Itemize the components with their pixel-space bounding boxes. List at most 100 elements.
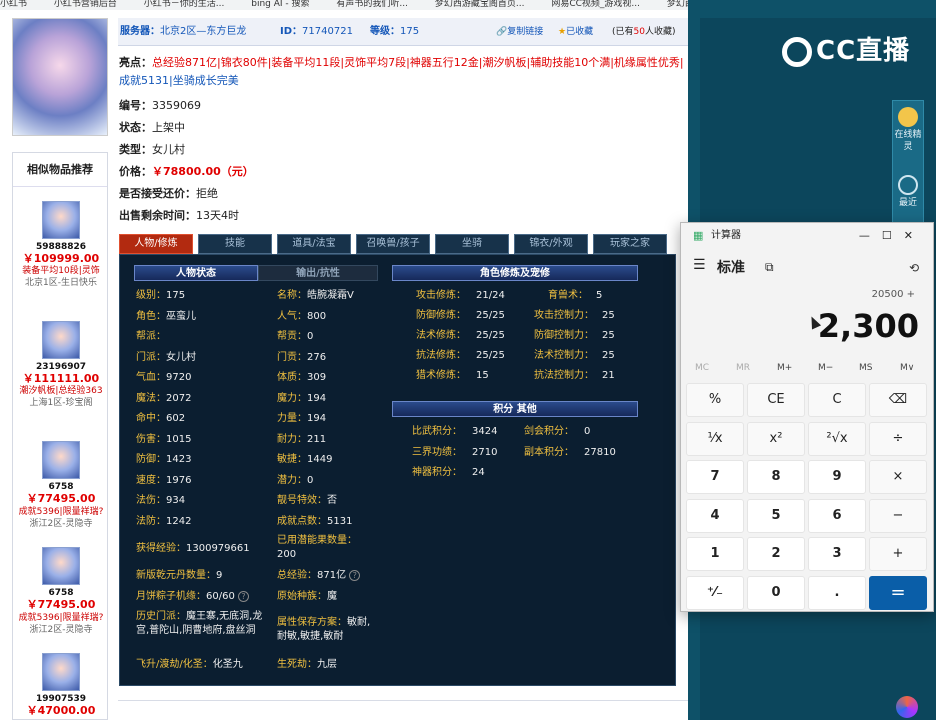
keep-on-top-icon[interactable]: ⧉ [765,260,774,275]
calc-key-divide[interactable]: ÷ [869,421,927,456]
highlights: 亮点：总经验871亿|锦衣80件|装备平均11段|灵饰平均7段|神器五行12金|… [119,56,684,87]
server-name: 北京2区—东方巨龙 [160,26,247,37]
help-icon[interactable]: ? [349,569,361,581]
calc-key-decimal[interactable]: . [808,575,866,610]
char-status-header[interactable]: 人物状态 [134,265,258,281]
calculator-window[interactable]: ▦ 计算器 —☐✕ ☰ 标准 ⧉ ⟲ 20500 + 2,300 MC MR M+ M… [680,222,934,612]
stat-field: 靓号特效：否 [277,495,337,506]
calc-key-negate[interactable]: ⁺⁄₋ [686,575,744,610]
tab-items[interactable]: 道具/法宝 [277,234,351,254]
calculator-titlebar[interactable]: ▦ 计算器 —☐✕ [681,223,933,249]
calc-key-minus[interactable]: − [869,498,927,533]
calc-key-sqrt[interactable]: ²√x [808,421,866,456]
browser-tab[interactable]: 有声书的我们听... [336,0,408,9]
tab-skills[interactable]: 技能 [198,234,272,254]
item-thumbnail[interactable] [42,321,80,359]
item-thumbnail[interactable] [42,653,80,691]
close-icon[interactable]: ✕ [904,229,925,242]
browser-tab[interactable]: 网易CC视频_游戏视... [551,0,640,9]
remaining-time: 出售剩余时间：13天4时 [119,209,239,222]
product-info-bar: 服务器：北京2区—东方巨龙 ID：71740721 等级：175 🔗复制链接 ★… [118,18,688,46]
detail-tabs: 人物/修炼 技能 道具/法宝 召唤兽/孩子 坐骑 锦衣/外观 玩家之家 [119,234,679,254]
calc-key-reciprocal[interactable]: ¹⁄x [686,421,744,456]
memory-button[interactable]: MR [736,363,750,373]
item-thumbnail[interactable] [42,201,80,239]
browser-tab[interactable]: 小红书 [0,0,27,9]
memory-button[interactable]: M− [818,363,833,373]
tab-mounts[interactable]: 坐骑 [435,234,509,254]
item-thumbnail[interactable] [42,547,80,585]
similar-item[interactable]: 6758 ￥77495.00 成就5396|限量祥瑞? 浙江2区-灵隐寺 [13,547,109,636]
calc-key-percent[interactable]: % [686,383,744,417]
cultivation-field: 法术修炼： 25/25 [416,330,505,341]
similar-item[interactable]: 6758 ￥77495.00 成就5396|限量祥瑞? 浙江2区-灵隐寺 [13,441,109,530]
calc-key-1[interactable]: 1 [686,537,744,571]
star-icon: ★ [558,27,567,37]
calc-key-square[interactable]: x² [747,421,805,456]
stat-field: 门派：女儿村 [136,351,196,363]
stat-field: 级别：175 [136,290,186,301]
browser-tab[interactable]: bing AI - 搜索 [251,0,309,9]
calc-key-9[interactable]: 9 [808,460,866,494]
calc-key-clear[interactable]: C [808,383,866,417]
calc-key-0[interactable]: 0 [747,575,805,610]
calc-key-7[interactable]: 7 [686,460,744,494]
cc-side-buttons[interactable]: 在线精灵 最近 [892,100,924,230]
calc-key-4[interactable]: 4 [686,498,744,533]
cultivation-field: 抗法控制力： 21 [534,370,615,381]
calc-key-3[interactable]: 3 [808,537,866,571]
similar-item[interactable]: 59888826 ￥109999.00 装备平均10段|灵饰 北京1区-生日快乐 [13,201,109,289]
browser-tab[interactable]: 小红书－你的生活... [144,0,225,9]
tab-character[interactable]: 人物/修炼 [119,234,193,254]
minimize-icon[interactable]: — [859,229,882,242]
similar-item[interactable]: 19907539 ￥47000.00 [13,653,109,717]
help-icon[interactable]: ? [238,590,250,602]
similar-item[interactable]: 23196907 ￥111111.00 潮汐帆板|总经验363 上海1区-珍宝阁 [13,321,109,409]
memory-button[interactable]: M+ [777,363,792,373]
online-spirit-label[interactable]: 在线精灵 [893,129,923,153]
browser-tab[interactable]: 梦幻西游藏宝阁首页... [435,0,525,9]
app-tray-icon[interactable] [896,696,918,718]
memory-button[interactable]: MS [859,363,872,373]
bargain-info: 是否接受还价：拒绝 [119,187,218,200]
stat-field: 门贡：276 [277,351,327,363]
online-spirit-icon [898,107,918,127]
exp-field: 获得经验：1300979661 [136,543,250,554]
item-thumbnail[interactable] [42,441,80,479]
memory-button[interactable]: MC [695,363,709,373]
product-id: 71740721 [302,26,353,37]
calc-key-6[interactable]: 6 [808,498,866,533]
divider [118,700,688,701]
cultivation-field: 抗法修炼： 25/25 [416,350,505,361]
cultivation-field: 防御控制力： 25 [534,330,615,341]
character-avatar [12,18,108,136]
history-icon[interactable]: ⟲ [909,261,919,275]
maximize-icon[interactable]: ☐ [882,229,904,242]
link-icon: 🔗 [496,27,508,37]
tab-home[interactable]: 玩家之家 [593,234,667,254]
calc-key-2[interactable]: 2 [747,537,805,571]
calc-key-plus[interactable]: + [869,537,927,571]
stat-field: 防御：1423 [136,454,192,465]
calc-key-equals[interactable]: = [869,575,927,610]
copy-link-button[interactable]: 🔗复制链接 [496,18,543,46]
menu-icon[interactable]: ☰ [693,257,706,273]
moon-field: 月饼粽子机缘：60/60 ? [136,590,250,604]
tab-outfits[interactable]: 锦衣/外观 [514,234,588,254]
calc-key-multiply[interactable]: × [869,460,927,494]
stat-field: 潜力：0 [277,474,314,486]
tab-pets[interactable]: 召唤兽/孩子 [356,234,430,254]
browser-tab[interactable]: 小红书营销后台 [54,0,117,9]
calc-key-8[interactable]: 8 [747,460,805,494]
cultivation-header: 角色修炼及宠修 [392,265,638,281]
calc-key-clear-entry[interactable]: CE [747,383,805,417]
memory-button[interactable]: M∨ [900,363,914,373]
favorited-button[interactable]: ★已收藏 [558,18,593,46]
stat-field: 敏捷：1449 [277,454,333,465]
calc-key-5[interactable]: 5 [747,498,805,533]
stat-field: 耐力：211 [277,433,327,445]
output-resist-header[interactable]: 输出/抗性 [258,265,378,281]
calc-key-backspace[interactable]: ⌫ [869,383,927,417]
product-price: 价格：￥78800.00（元） [119,165,254,178]
recent-label[interactable]: 最近 [893,197,923,209]
